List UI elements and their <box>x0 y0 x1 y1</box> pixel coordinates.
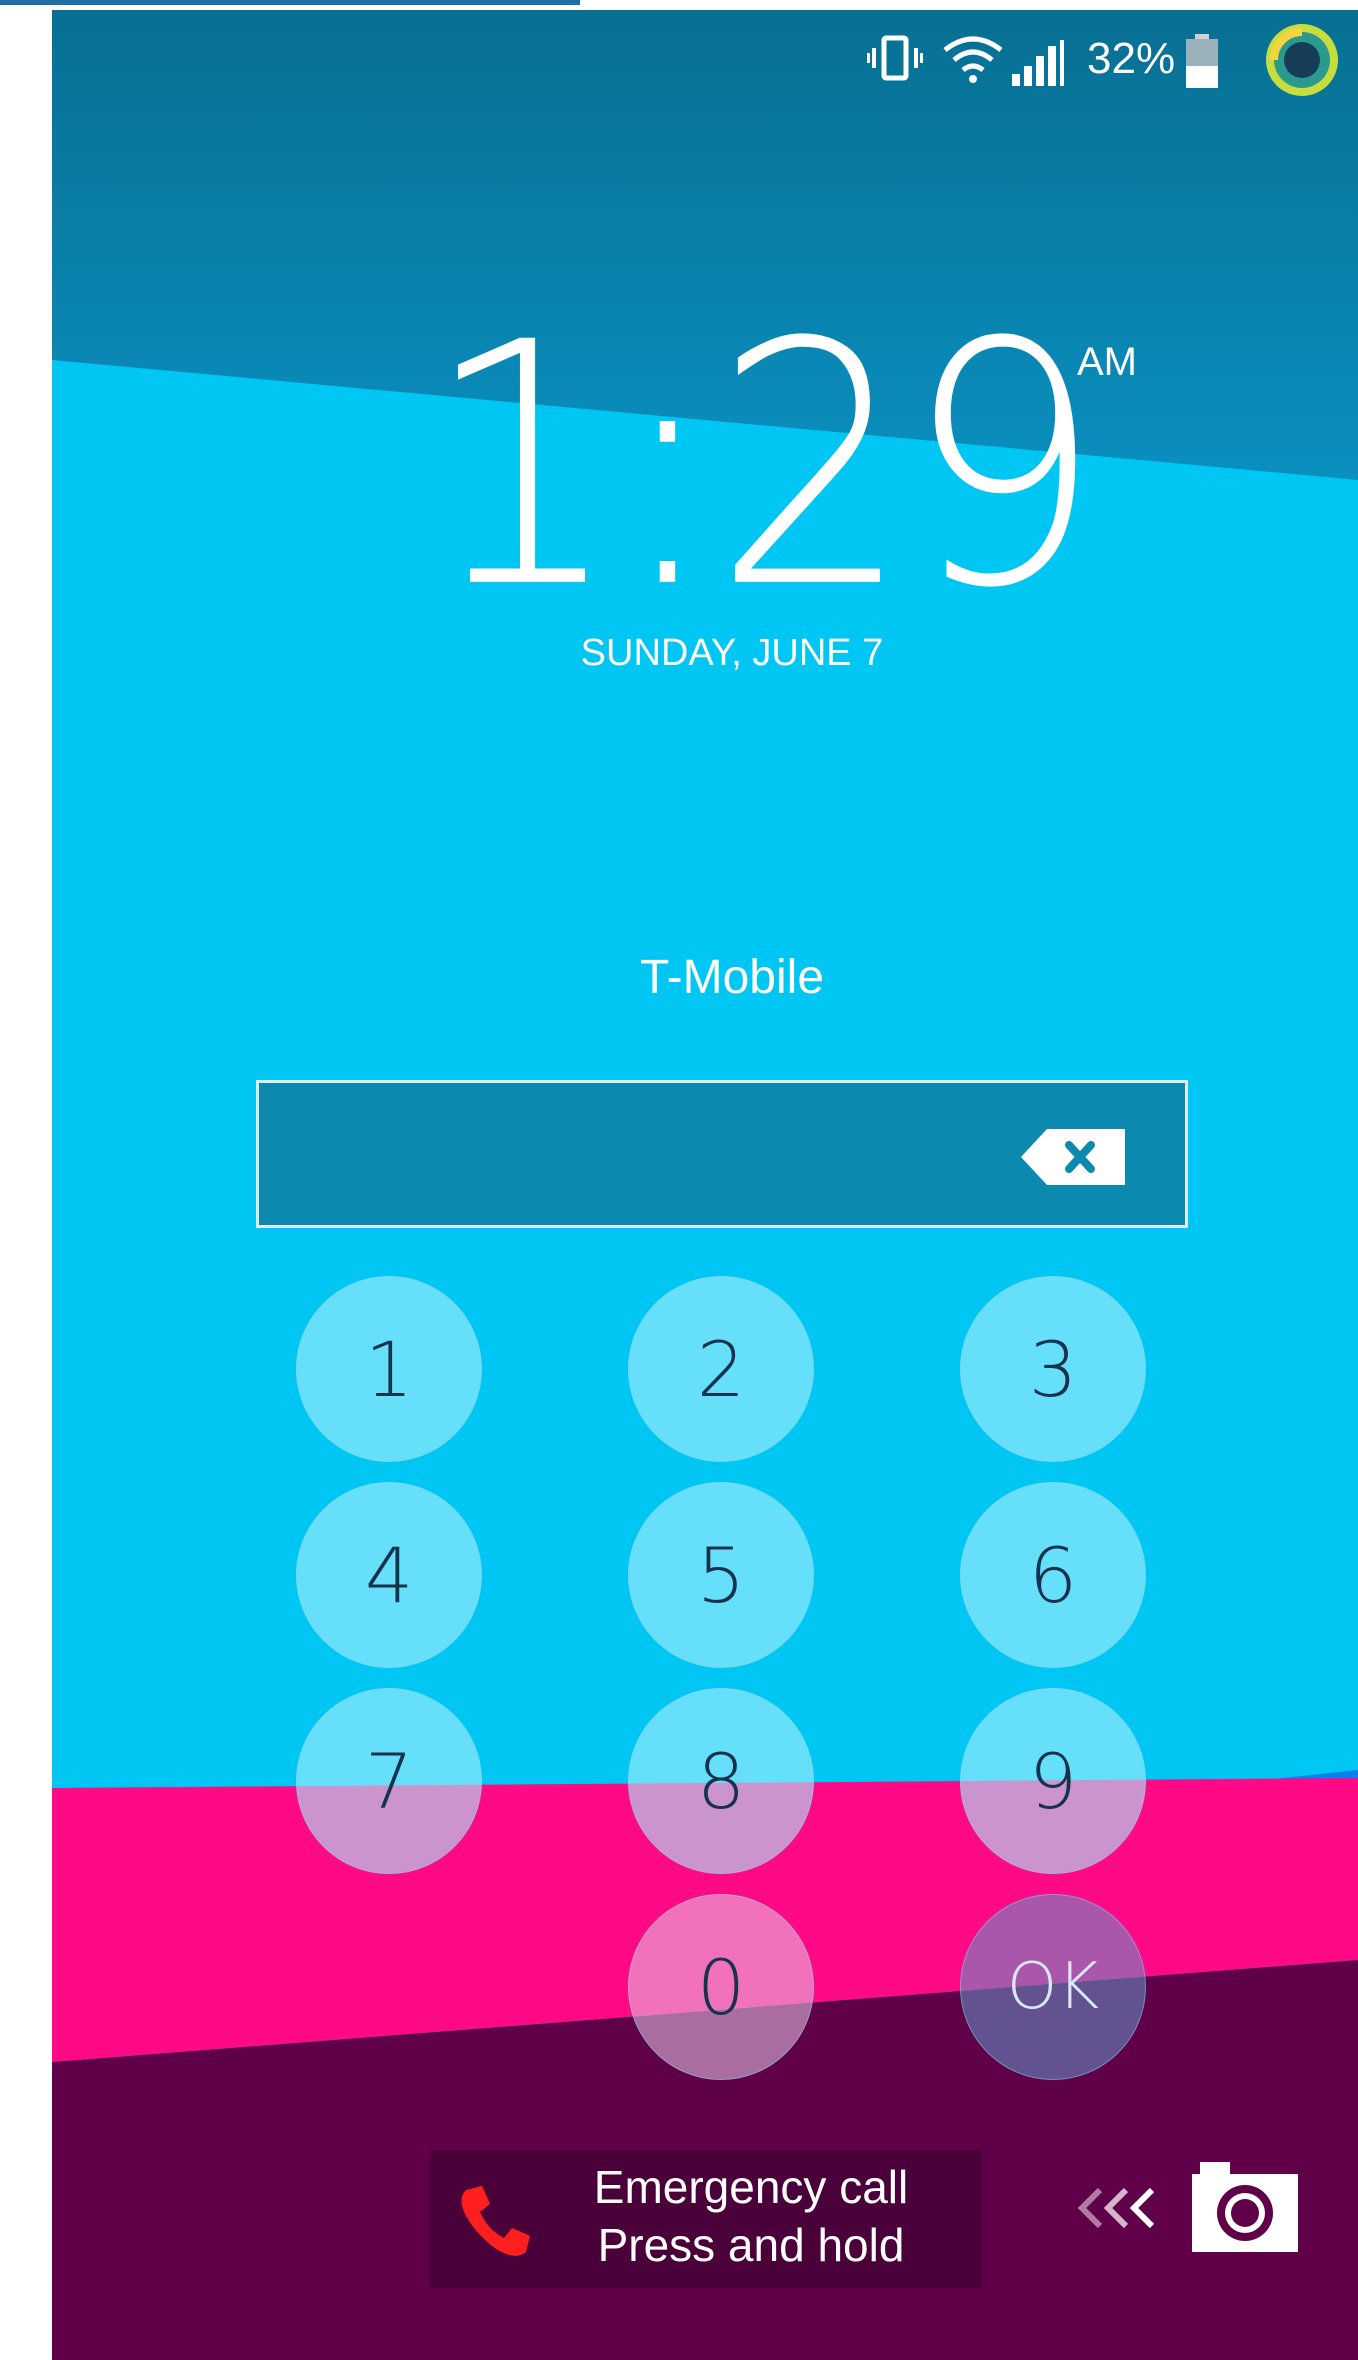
battery-icon <box>1186 34 1218 88</box>
keypad-key-1[interactable]: 1 <box>296 1276 482 1462</box>
keypad-key-7[interactable]: 7 <box>296 1688 482 1874</box>
press-hold-hint: Press and hold <box>597 2219 905 2271</box>
keypad-key-5[interactable]: 5 <box>628 1482 814 1668</box>
keypad-key-2[interactable]: 2 <box>628 1276 814 1462</box>
lockscreen-date: SUNDAY, JUNE 7 <box>580 632 884 674</box>
emergency-call-button[interactable]: Emergency call Press and hold <box>430 2150 982 2288</box>
status-bar: 32% <box>52 10 1358 110</box>
app-notification-icon[interactable] <box>1264 22 1340 98</box>
keypad-key-0[interactable]: 0 <box>628 1894 814 2080</box>
pin-input[interactable] <box>279 1103 1039 1203</box>
keypad-key-3[interactable]: 3 <box>960 1276 1146 1462</box>
camera-icon[interactable] <box>1192 2162 1298 2252</box>
keypad-key-9[interactable]: 9 <box>960 1688 1146 1874</box>
lock-screen: 32% 1:29 AM SUNDAY, JUNE 7 T-Mobile 1 2 … <box>52 10 1358 2360</box>
carrier-name: T-Mobile <box>639 951 825 1004</box>
top-edge-line <box>0 0 580 5</box>
battery-percent: 32% <box>1087 34 1176 83</box>
wifi-icon <box>943 36 1003 83</box>
keypad-key-8[interactable]: 8 <box>628 1688 814 1874</box>
pin-entry-box[interactable] <box>256 1080 1188 1228</box>
emergency-call-label: Emergency call <box>593 2161 909 2213</box>
swipe-left-chevrons-icon <box>1077 2187 1155 2229</box>
lockscreen-clock: 1:29 <box>424 271 1102 662</box>
clock-ampm: AM <box>1077 340 1137 384</box>
signal-icon <box>1012 40 1064 86</box>
backspace-icon[interactable] <box>1021 1129 1125 1185</box>
keypad-key-6[interactable]: 6 <box>960 1482 1146 1668</box>
vibrate-icon <box>867 35 923 81</box>
ok-button[interactable]: OK <box>960 1894 1146 2080</box>
keypad-key-4[interactable]: 4 <box>296 1482 482 1668</box>
